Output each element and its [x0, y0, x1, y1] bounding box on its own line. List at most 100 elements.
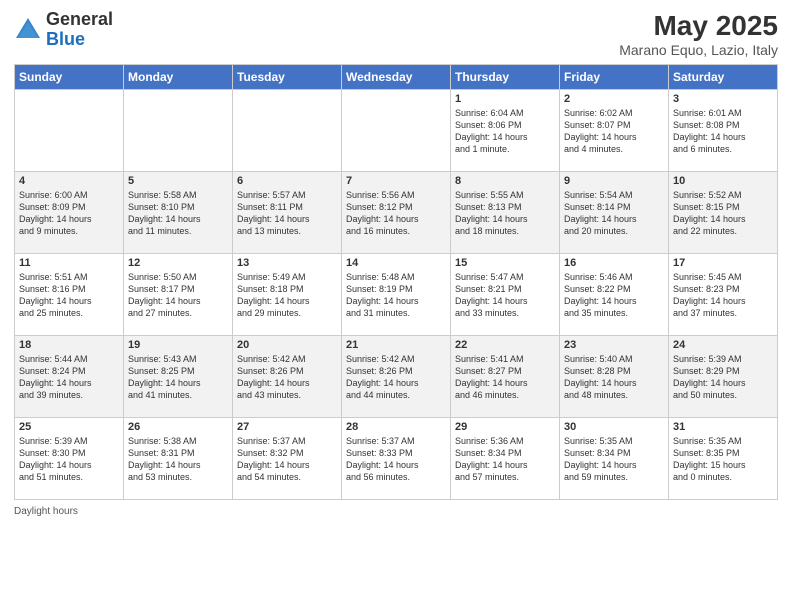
calendar-cell: 1 Sunrise: 6:04 AM Sunset: 8:06 PM Daylig…: [451, 90, 560, 172]
calendar-cell: 19 Sunrise: 5:43 AM Sunset: 8:25 PM Dayli…: [124, 336, 233, 418]
day-number: 30: [564, 421, 664, 433]
calendar-cell: 22Sunrise: 5:41 AM Sunset: 8:27 PM Dayli…: [451, 336, 560, 418]
calendar-cell: 24 Sunrise: 5:39 AM Sunset: 8:29 PM Dayli…: [669, 336, 778, 418]
day-number: 20: [237, 339, 337, 351]
cell-content: Sunrise: 5:48 AM Sunset: 8:19 PM Dayligh…: [346, 271, 446, 320]
calendar-cell: 30Sunrise: 5:35 AM Sunset: 8:34 PM Dayli…: [560, 418, 669, 500]
calendar-week-row: 25 Sunrise: 5:39 AM Sunset: 8:30 PM Dayli…: [15, 418, 778, 500]
logo: General Blue: [14, 10, 113, 50]
day-number: 24: [673, 339, 773, 351]
calendar-cell: 8 Sunrise: 5:55 AM Sunset: 8:13 PM Daylig…: [451, 172, 560, 254]
day-number: 1: [455, 93, 555, 105]
cell-content: Sunrise: 5:40 AM Sunset: 8:28 PM Dayligh…: [564, 353, 664, 402]
day-number: 25: [19, 421, 119, 433]
day-number: 16: [564, 257, 664, 269]
cell-content: Sunrise: 5:44 AM Sunset: 8:24 PM Dayligh…: [19, 353, 119, 402]
calendar-cell: [233, 90, 342, 172]
day-number: 21: [346, 339, 446, 351]
cell-content: Sunrise: 5:56 AM Sunset: 8:12 PM Dayligh…: [346, 189, 446, 238]
calendar-cell: 17 Sunrise: 5:45 AM Sunset: 8:23 PM Dayli…: [669, 254, 778, 336]
calendar-cell: 9Sunrise: 5:54 AM Sunset: 8:14 PM Daylig…: [560, 172, 669, 254]
day-number: 22: [455, 339, 555, 351]
day-number: 2: [564, 93, 664, 105]
calendar-header-friday: Friday: [560, 65, 669, 90]
cell-content: Sunrise: 6:00 AM Sunset: 8:09 PM Dayligh…: [19, 189, 119, 238]
day-number: 23: [564, 339, 664, 351]
cell-content: Sunrise: 5:49 AM Sunset: 8:18 PM Dayligh…: [237, 271, 337, 320]
calendar-cell: [342, 90, 451, 172]
calendar-week-row: 18 Sunrise: 5:44 AM Sunset: 8:24 PM Dayli…: [15, 336, 778, 418]
day-number: 19: [128, 339, 228, 351]
day-number: 17: [673, 257, 773, 269]
cell-content: Sunrise: 5:43 AM Sunset: 8:25 PM Dayligh…: [128, 353, 228, 402]
footer: Daylight hours: [14, 506, 778, 517]
day-number: 5: [128, 175, 228, 187]
calendar-cell: 12 Sunrise: 5:50 AM Sunset: 8:17 PM Dayli…: [124, 254, 233, 336]
calendar-header-saturday: Saturday: [669, 65, 778, 90]
calendar-cell: 5 Sunrise: 5:58 AM Sunset: 8:10 PM Daylig…: [124, 172, 233, 254]
cell-content: Sunrise: 5:52 AM Sunset: 8:15 PM Dayligh…: [673, 189, 773, 238]
cell-content: Sunrise: 5:42 AM Sunset: 8:26 PM Dayligh…: [346, 353, 446, 402]
calendar-cell: 4 Sunrise: 6:00 AM Sunset: 8:09 PM Daylig…: [15, 172, 124, 254]
header: General Blue May 2025 Marano Equo, Lazio…: [14, 10, 778, 58]
calendar-cell: 16 Sunrise: 5:46 AM Sunset: 8:22 PM Dayli…: [560, 254, 669, 336]
day-number: 27: [237, 421, 337, 433]
calendar-week-row: 1 Sunrise: 6:04 AM Sunset: 8:06 PM Daylig…: [15, 90, 778, 172]
cell-content: Sunrise: 5:35 AM Sunset: 8:35 PM Dayligh…: [673, 435, 773, 484]
cell-content: Sunrise: 5:45 AM Sunset: 8:23 PM Dayligh…: [673, 271, 773, 320]
calendar-cell: 7Sunrise: 5:56 AM Sunset: 8:12 PM Daylig…: [342, 172, 451, 254]
calendar-header-row: SundayMondayTuesdayWednesdayThursdayFrid…: [15, 65, 778, 90]
calendar-cell: 11Sunrise: 5:51 AM Sunset: 8:16 PM Dayli…: [15, 254, 124, 336]
cell-content: Sunrise: 6:01 AM Sunset: 8:08 PM Dayligh…: [673, 107, 773, 156]
cell-content: Sunrise: 5:39 AM Sunset: 8:30 PM Dayligh…: [19, 435, 119, 484]
day-number: 26: [128, 421, 228, 433]
calendar-table: SundayMondayTuesdayWednesdayThursdayFrid…: [14, 64, 778, 500]
day-number: 11: [19, 257, 119, 269]
cell-content: Sunrise: 5:42 AM Sunset: 8:26 PM Dayligh…: [237, 353, 337, 402]
cell-content: Sunrise: 5:39 AM Sunset: 8:29 PM Dayligh…: [673, 353, 773, 402]
calendar-cell: 2 Sunrise: 6:02 AM Sunset: 8:07 PM Daylig…: [560, 90, 669, 172]
day-number: 3: [673, 93, 773, 105]
logo-icon: [14, 16, 42, 44]
cell-content: Sunrise: 5:50 AM Sunset: 8:17 PM Dayligh…: [128, 271, 228, 320]
day-number: 9: [564, 175, 664, 187]
calendar-cell: 25 Sunrise: 5:39 AM Sunset: 8:30 PM Dayli…: [15, 418, 124, 500]
calendar-header-monday: Monday: [124, 65, 233, 90]
calendar-header-wednesday: Wednesday: [342, 65, 451, 90]
day-number: 29: [455, 421, 555, 433]
day-number: 4: [19, 175, 119, 187]
calendar-cell: 27Sunrise: 5:37 AM Sunset: 8:32 PM Dayli…: [233, 418, 342, 500]
cell-content: Sunrise: 5:46 AM Sunset: 8:22 PM Dayligh…: [564, 271, 664, 320]
cell-content: Sunrise: 6:02 AM Sunset: 8:07 PM Dayligh…: [564, 107, 664, 156]
calendar-cell: 14 Sunrise: 5:48 AM Sunset: 8:19 PM Dayli…: [342, 254, 451, 336]
calendar-cell: 28Sunrise: 5:37 AM Sunset: 8:33 PM Dayli…: [342, 418, 451, 500]
calendar-cell: 15Sunrise: 5:47 AM Sunset: 8:21 PM Dayli…: [451, 254, 560, 336]
day-number: 18: [19, 339, 119, 351]
day-number: 28: [346, 421, 446, 433]
calendar-cell: 23 Sunrise: 5:40 AM Sunset: 8:28 PM Dayli…: [560, 336, 669, 418]
calendar-week-row: 11Sunrise: 5:51 AM Sunset: 8:16 PM Dayli…: [15, 254, 778, 336]
day-number: 12: [128, 257, 228, 269]
day-number: 10: [673, 175, 773, 187]
calendar-cell: 29 Sunrise: 5:36 AM Sunset: 8:34 PM Dayli…: [451, 418, 560, 500]
day-number: 6: [237, 175, 337, 187]
calendar-cell: 21 Sunrise: 5:42 AM Sunset: 8:26 PM Dayli…: [342, 336, 451, 418]
day-number: 14: [346, 257, 446, 269]
calendar-header-tuesday: Tuesday: [233, 65, 342, 90]
calendar-week-row: 4 Sunrise: 6:00 AM Sunset: 8:09 PM Daylig…: [15, 172, 778, 254]
day-number: 8: [455, 175, 555, 187]
calendar-cell: 13Sunrise: 5:49 AM Sunset: 8:18 PM Dayli…: [233, 254, 342, 336]
logo-blue-text: Blue: [46, 29, 85, 49]
page: General Blue May 2025 Marano Equo, Lazio…: [0, 0, 792, 612]
subtitle: Marano Equo, Lazio, Italy: [619, 42, 778, 58]
logo-general-text: General: [46, 9, 113, 29]
calendar-cell: 18 Sunrise: 5:44 AM Sunset: 8:24 PM Dayli…: [15, 336, 124, 418]
day-number: 31: [673, 421, 773, 433]
cell-content: Sunrise: 5:36 AM Sunset: 8:34 PM Dayligh…: [455, 435, 555, 484]
footer-text: Daylight hours: [14, 506, 78, 517]
calendar-cell: 31 Sunrise: 5:35 AM Sunset: 8:35 PM Dayli…: [669, 418, 778, 500]
cell-content: Sunrise: 5:58 AM Sunset: 8:10 PM Dayligh…: [128, 189, 228, 238]
cell-content: Sunrise: 5:47 AM Sunset: 8:21 PM Dayligh…: [455, 271, 555, 320]
cell-content: Sunrise: 5:55 AM Sunset: 8:13 PM Dayligh…: [455, 189, 555, 238]
cell-content: Sunrise: 6:04 AM Sunset: 8:06 PM Dayligh…: [455, 107, 555, 156]
